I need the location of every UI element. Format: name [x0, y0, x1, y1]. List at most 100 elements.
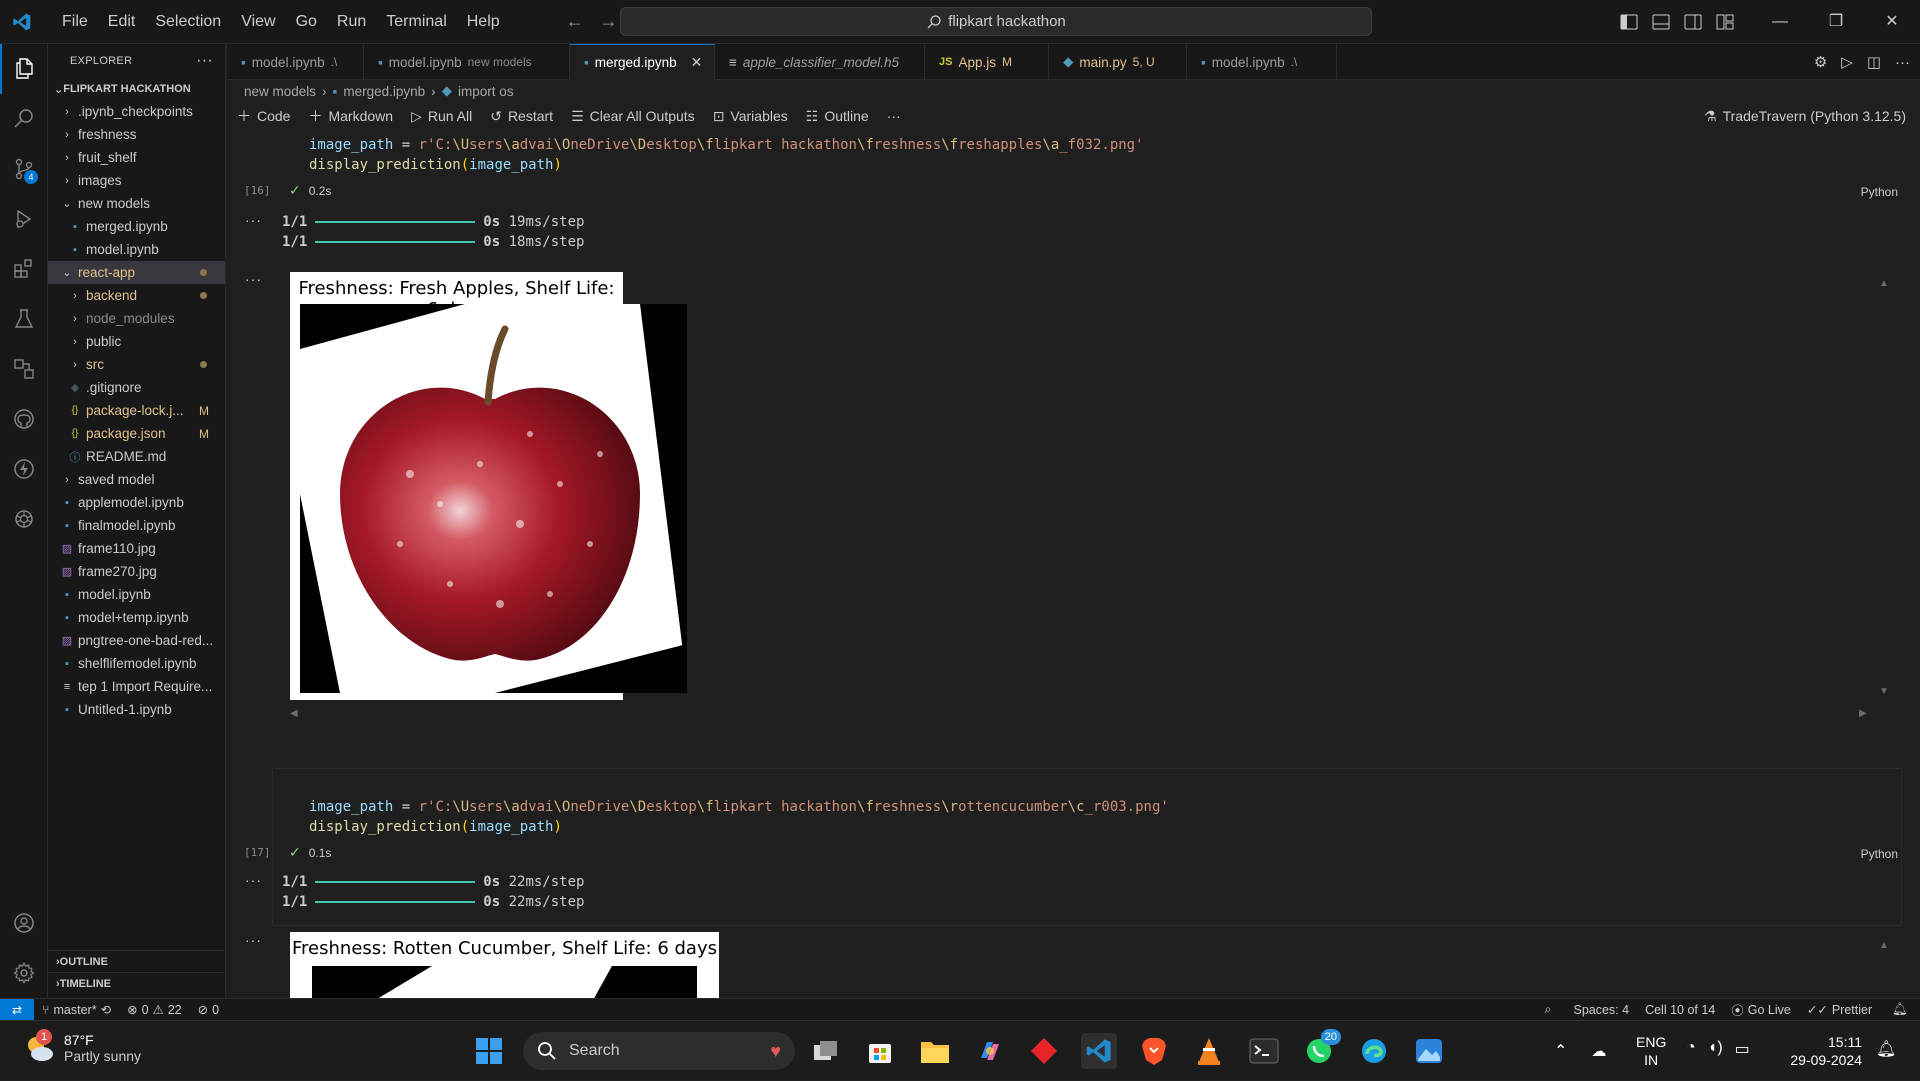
testing-icon[interactable] — [0, 294, 48, 344]
run-all-button[interactable]: ▷ Run All — [411, 108, 472, 125]
file-tree-item[interactable]: › freshness — [48, 123, 225, 146]
output-ellipsis-icon[interactable]: ··· — [245, 932, 262, 948]
command-center-search[interactable]: flipkart hackathon — [620, 7, 1372, 36]
customize-layout-icon[interactable] — [1716, 14, 1734, 30]
more-actions-icon[interactable]: ··· — [1895, 54, 1910, 71]
output-ellipsis-icon[interactable]: ··· — [245, 271, 262, 287]
add-code-cell-button[interactable]: ＋ Code — [237, 106, 290, 126]
zoom-icon[interactable]: ⌕ — [1530, 1002, 1565, 1017]
github-icon[interactable] — [0, 394, 48, 444]
run-debug-icon[interactable] — [0, 194, 48, 244]
file-tree-item[interactable]: ▨ frame270.jpg — [48, 560, 225, 583]
more-toolbar-actions-icon[interactable]: ··· — [887, 108, 901, 124]
menu-file[interactable]: File — [52, 0, 98, 44]
restore-icon[interactable]: ❐ — [1808, 0, 1864, 44]
task-view-icon[interactable] — [808, 1033, 844, 1069]
minimize-icon[interactable]: — — [1752, 0, 1808, 44]
prettier-button[interactable]: ✓✓ Prettier — [1799, 1002, 1880, 1018]
tab-app-js[interactable]: JS App.js M — [925, 44, 1049, 80]
quick-settings[interactable]: ◔ ◖) ▭ — [1686, 1039, 1750, 1059]
vscode-taskbar-icon[interactable] — [1081, 1033, 1117, 1069]
file-tree-item[interactable]: ▨ pngtree-one-bad-red... — [48, 629, 225, 652]
file-tree-item[interactable]: › .ipynb_checkpoints — [48, 100, 225, 123]
file-tree-item[interactable]: ▪ Untitled-1.ipynb — [48, 698, 225, 721]
breadcrumb-cell[interactable]: import os — [458, 84, 514, 99]
scroll-left-icon[interactable]: ◀ — [290, 708, 298, 719]
file-tree-item[interactable]: ◆ .gitignore — [48, 376, 225, 399]
tab-main-py[interactable]: ◆ main.py 5, U — [1049, 44, 1187, 80]
openai-icon[interactable] — [0, 494, 48, 544]
remote-indicator-icon[interactable]: ⇄ — [0, 998, 34, 1021]
extensions-icon[interactable] — [0, 244, 48, 294]
tab-model-ipynb-root[interactable]: ▪ model.ipynb .\ — [227, 44, 364, 80]
weather-widget[interactable]: 1 87°F Partly sunny — [22, 1029, 141, 1065]
restart-button[interactable]: ↺ Restart — [490, 108, 553, 125]
photos-app-icon[interactable] — [1411, 1033, 1447, 1069]
file-tree-item[interactable]: › fruit_shelf — [48, 146, 225, 169]
cell-language[interactable]: Python — [1861, 185, 1898, 199]
outline-section[interactable]: › OUTLINE — [48, 950, 226, 972]
file-explorer-icon[interactable] — [917, 1033, 953, 1069]
microsoft-store-icon[interactable] — [862, 1033, 898, 1069]
notification-bell-icon[interactable]: 🔔︎ — [1876, 1039, 1896, 1059]
red-diamond-app-icon[interactable] — [1026, 1033, 1062, 1069]
run-icon[interactable]: ▷ — [1841, 53, 1853, 71]
variables-button[interactable]: ⊡ Variables — [713, 108, 788, 125]
back-arrow-icon[interactable]: ← — [566, 11, 584, 32]
file-tree-item[interactable]: ⓘ README.md — [48, 445, 225, 468]
split-editor-icon[interactable]: ◫ — [1867, 53, 1881, 71]
menu-terminal[interactable]: Terminal — [376, 0, 456, 44]
file-tree-item[interactable]: ▪ model.ipynb — [48, 238, 225, 261]
settings-gear-icon[interactable] — [0, 948, 48, 998]
whatsapp-icon[interactable]: 20 — [1301, 1029, 1341, 1069]
cell-language[interactable]: Python — [1861, 847, 1898, 861]
tab-model-ipynb-new-models[interactable]: ▪ model.ipynb new models — [364, 44, 570, 80]
breadcrumb-folder[interactable]: new models — [244, 84, 316, 99]
tab-merged-ipynb[interactable]: ▪ merged.ipynb ✕ — [570, 44, 715, 80]
taskbar-clock[interactable]: 15:11 29-09-2024 — [1786, 1033, 1862, 1069]
clear-all-outputs-button[interactable]: ☰ Clear All Outputs — [571, 108, 695, 125]
taskbar-search[interactable]: Search ♥ — [523, 1032, 795, 1070]
scroll-up-icon[interactable]: ▲ — [1879, 278, 1889, 289]
source-control-icon[interactable]: 4 — [0, 144, 48, 194]
close-window-icon[interactable]: ✕ — [1864, 0, 1920, 44]
file-tree-item[interactable]: ▨ frame110.jpg — [48, 537, 225, 560]
file-tree-item[interactable]: › images — [48, 169, 225, 192]
scroll-up-icon[interactable]: ▲ — [1879, 940, 1889, 951]
menu-help[interactable]: Help — [457, 0, 510, 44]
lightning-icon[interactable] — [0, 444, 48, 494]
file-tree-item[interactable]: ▪ merged.ipynb — [48, 215, 225, 238]
tab-model-ipynb-2[interactable]: ▪ model.ipynb .\ — [1187, 44, 1337, 80]
toggle-panel-icon[interactable] — [1652, 14, 1670, 30]
notebook-settings-gear-icon[interactable]: ⚙ — [1814, 53, 1827, 71]
go-live-button[interactable]: ⦿ Go Live — [1723, 1000, 1799, 1019]
edge-browser-icon[interactable] — [1356, 1033, 1392, 1069]
notifications-bell-icon[interactable]: 🔔︎ — [1880, 1002, 1920, 1017]
menu-run[interactable]: Run — [327, 0, 376, 44]
toggle-secondary-sidebar-icon[interactable] — [1684, 14, 1702, 30]
more-actions-icon[interactable]: ··· — [196, 52, 213, 70]
menu-go[interactable]: Go — [286, 0, 327, 44]
vlc-icon[interactable] — [1191, 1033, 1227, 1069]
branch-indicator[interactable]: ⑂ master* ⟲ — [34, 1002, 119, 1018]
file-tree-item[interactable]: {} package-lock.j... M — [48, 399, 225, 422]
file-tree-item[interactable]: › public — [48, 330, 225, 353]
file-tree-item[interactable]: › backend — [48, 284, 225, 307]
kernel-picker[interactable]: ⚗ TradeTravern (Python 3.12.5) — [1704, 108, 1906, 125]
menu-view[interactable]: View — [231, 0, 285, 44]
terminal-icon[interactable] — [1246, 1033, 1282, 1069]
file-tree-item[interactable]: › src — [48, 353, 225, 376]
cell-indicator[interactable]: Cell 10 of 14 — [1637, 1003, 1723, 1017]
brave-browser-icon[interactable] — [1136, 1033, 1172, 1069]
file-tree-item[interactable]: ▪ shelflifemodel.ipynb — [48, 652, 225, 675]
add-markdown-cell-button[interactable]: ＋ Markdown — [308, 106, 393, 126]
file-tree-item[interactable]: ▪ applemodel.ipynb — [48, 491, 225, 514]
search-icon[interactable] — [0, 94, 48, 144]
file-tree-item[interactable]: {} package.json M — [48, 422, 225, 445]
remote-explorer-icon[interactable] — [0, 344, 48, 394]
file-tree-item[interactable]: › saved model — [48, 468, 225, 491]
breadcrumb-file[interactable]: merged.ipynb — [343, 84, 425, 99]
file-tree-item[interactable]: ▪ model+temp.ipynb — [48, 606, 225, 629]
file-tree-item[interactable]: ⌄ new models — [48, 192, 225, 215]
explorer-icon[interactable] — [0, 44, 48, 94]
